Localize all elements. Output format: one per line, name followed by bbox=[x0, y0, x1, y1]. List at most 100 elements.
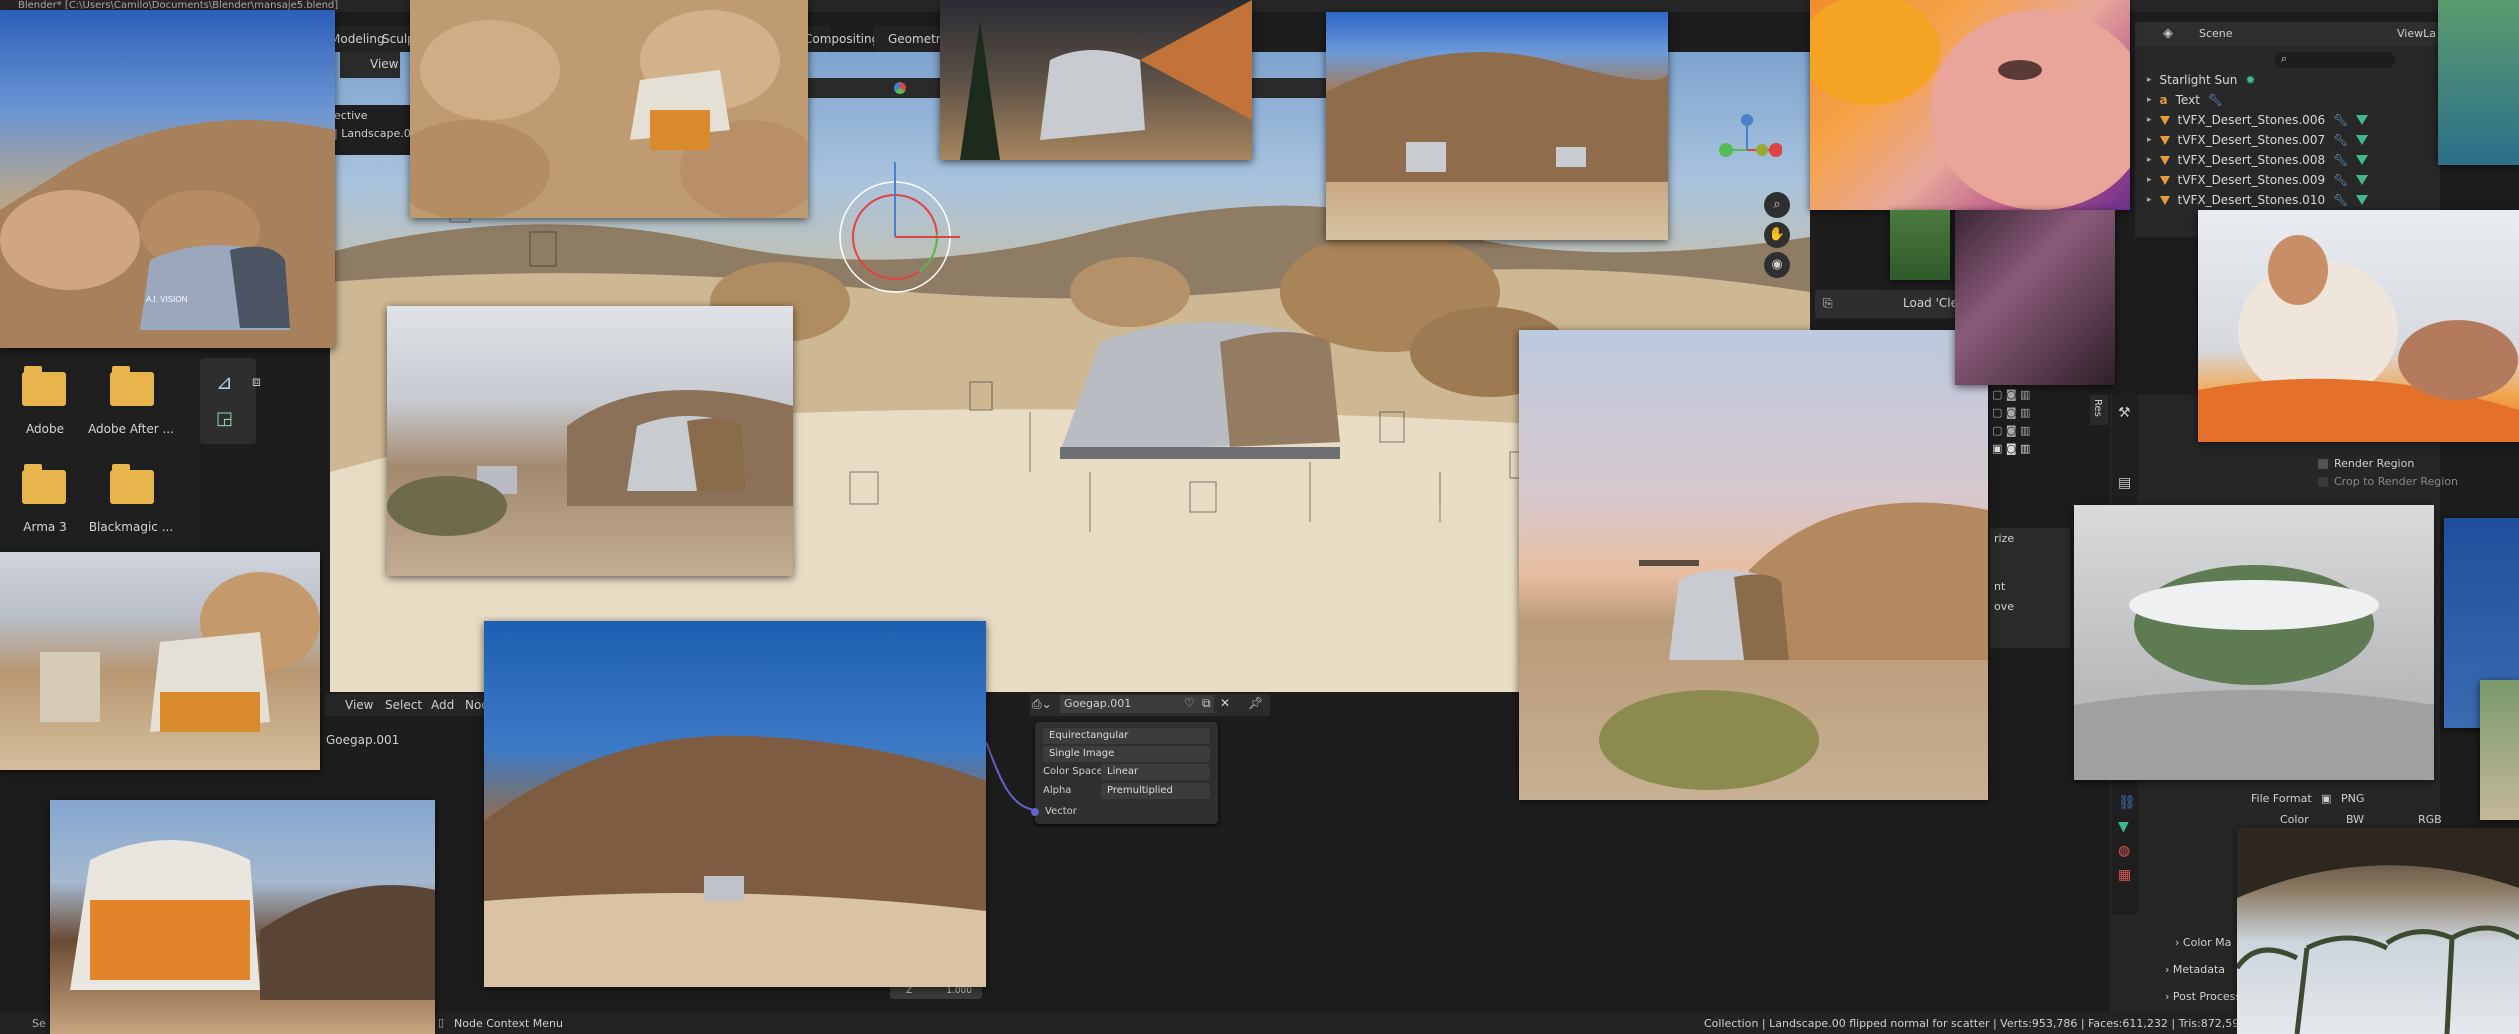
z-field[interactable]: Z 1.000 bbox=[890, 985, 982, 999]
wrench-icon: 🔧︎ bbox=[2333, 113, 2349, 127]
navigation-gizmo[interactable] bbox=[1712, 110, 1783, 180]
render-region-row[interactable]: Render Region bbox=[2318, 456, 2498, 476]
node-menu-add[interactable]: Add bbox=[431, 698, 454, 712]
projection-select[interactable]: Equirectangular bbox=[1043, 728, 1210, 744]
file-format-label: File Format bbox=[2251, 792, 2312, 805]
photo-art bbox=[2237, 828, 2519, 1034]
fake-user-icon[interactable]: ♡ bbox=[1184, 696, 1195, 710]
alpha-select[interactable]: Premultiplied bbox=[1101, 783, 1210, 799]
load-button[interactable]: Load 'Cle bbox=[1903, 296, 1958, 310]
image-icon[interactable]: ⎙⌄ bbox=[1032, 697, 1052, 712]
texture-tab-icon[interactable]: ▦ bbox=[2118, 867, 2131, 883]
post-processing-section[interactable]: › Post Process bbox=[2165, 990, 2241, 1003]
outliner-panel: ◈ Scene ViewLa ⌕ ▸ Starlight Sun ✹ ▸ a T… bbox=[2135, 22, 2440, 237]
render-slots: ▢ ◙ ▥ ▢ ◙ ▥ ▢ ◙ ▥ ▣ ◙ ▥ bbox=[1992, 388, 2052, 468]
res-tab[interactable]: Res bbox=[2090, 395, 2108, 425]
node-breadcrumb: Goegap.001 bbox=[326, 733, 400, 747]
render-region-checkbox[interactable] bbox=[2318, 459, 2328, 469]
folder-label-blackmagic[interactable]: Blackmagic ... bbox=[86, 520, 176, 534]
source-select[interactable]: Single Image bbox=[1043, 746, 1210, 762]
color-management-section[interactable]: › Color Ma bbox=[2175, 936, 2231, 949]
constraint-tab-icon[interactable]: ⛓ bbox=[2118, 795, 2136, 811]
folder-label-arma3[interactable]: Arma 3 bbox=[0, 520, 90, 534]
mesh-icon bbox=[2159, 115, 2170, 125]
node-menu-view[interactable]: View bbox=[345, 698, 373, 712]
outliner-item-stones-006[interactable]: ▸ tVFX_Desert_Stones.006 🔧︎ bbox=[2147, 110, 2369, 130]
pin-icon[interactable]: 📌︎ bbox=[1248, 696, 1263, 710]
viewport-view-menu[interactable]: View bbox=[370, 57, 398, 71]
reference-photo-palm-sky bbox=[2237, 828, 2519, 1034]
photo-art: A.I. VISION bbox=[0, 120, 335, 348]
scene-icon: ◈ bbox=[2163, 26, 2173, 41]
render-slot-icon[interactable]: ▢ ◙ ▥ bbox=[1992, 388, 2030, 401]
photo-art bbox=[1326, 52, 1668, 182]
photo-art bbox=[1810, 0, 2130, 210]
folder-label-adobe-after[interactable]: Adobe After ... bbox=[86, 422, 176, 436]
render-region-label: Render Region bbox=[2334, 457, 2415, 470]
res-tab-label: Res bbox=[2092, 399, 2103, 417]
properties-fragment: ective | Landscape.0 bbox=[330, 105, 420, 155]
image-datablock-bar: ⎙⌄ Goegap.001 ♡ ⧉ ✕ 📌︎ bbox=[1030, 694, 1270, 716]
close-icon[interactable]: ✕ bbox=[1220, 696, 1230, 710]
outliner-item-label: tVFX_Desert_Stones.008 bbox=[2177, 153, 2326, 167]
image-texture-node[interactable]: Equirectangular Single Image Color Space… bbox=[1031, 722, 1218, 824]
wrench-icon: 🔧︎ bbox=[2333, 193, 2349, 207]
annotate-tool-icon[interactable]: ⧈ bbox=[252, 374, 261, 390]
reference-photo-green-small bbox=[1890, 210, 1950, 280]
file-format-value[interactable]: PNG bbox=[2341, 792, 2364, 805]
scene-label[interactable]: Scene bbox=[2199, 27, 2233, 40]
pan-hand-icon[interactable]: ✋ bbox=[1764, 222, 1790, 248]
outliner-item-stones-009[interactable]: ▸ tVFX_Desert_Stones.009 🔧︎ bbox=[2147, 170, 2369, 190]
outliner-item-starlight-sun[interactable]: ▸ Starlight Sun ✹ bbox=[2147, 70, 2255, 90]
render-slot-icon[interactable]: ▢ ◙ ▥ bbox=[1992, 406, 2030, 419]
folder-label-adobe[interactable]: Adobe bbox=[0, 422, 90, 436]
metadata-section[interactable]: › Metadata bbox=[2165, 963, 2225, 976]
color-space-select[interactable]: Linear bbox=[1101, 764, 1210, 780]
file-browser: Adobe Adobe After ... Arma 3 Blackmagic … bbox=[0, 350, 200, 550]
mesh-icon bbox=[2159, 175, 2170, 185]
color-label: Color bbox=[2280, 813, 2309, 826]
reference-photo-pink-light bbox=[1955, 210, 2115, 385]
duplicate-icon[interactable]: ⧉ bbox=[1202, 696, 1211, 711]
mesh-icon bbox=[2159, 195, 2170, 205]
shading-icon[interactable] bbox=[894, 82, 906, 94]
tool-tab-icon[interactable]: ⚒ bbox=[2118, 405, 2131, 421]
tab-geometry[interactable]: Geometry bbox=[888, 32, 948, 46]
add-cube-tool-icon[interactable]: ◲ bbox=[216, 408, 233, 429]
node-menu-select[interactable]: Select bbox=[385, 698, 422, 712]
metadata-label: Metadata bbox=[2172, 963, 2225, 976]
data-tab-icon[interactable]: ▼ bbox=[2118, 819, 2129, 835]
view-layer-label[interactable]: ViewLa bbox=[2397, 27, 2436, 40]
reference-photo-right-edge bbox=[2438, 0, 2519, 165]
crop-region-row[interactable]: Crop to Render Region bbox=[2318, 474, 2518, 494]
fragment-label-2: nt bbox=[1994, 580, 2006, 593]
folder-icon[interactable] bbox=[22, 366, 66, 406]
material-tab-icon[interactable]: ◍ bbox=[2118, 843, 2130, 859]
folder-icon[interactable] bbox=[110, 366, 154, 406]
outliner-item-stones-007[interactable]: ▸ tVFX_Desert_Stones.007 🔧︎ bbox=[2147, 130, 2369, 150]
viewport-header: View bbox=[340, 52, 400, 78]
render-slot-icon[interactable]: ▢ ◙ ▥ bbox=[1992, 424, 2030, 437]
color-bw-option[interactable]: BW bbox=[2346, 813, 2364, 826]
tab-compositing[interactable]: Compositing bbox=[804, 32, 879, 46]
crop-region-checkbox[interactable] bbox=[2318, 477, 2328, 487]
node-link bbox=[985, 741, 1037, 811]
image-icon: ▣ bbox=[2321, 792, 2332, 805]
outliner-search-input[interactable]: ⌕ bbox=[2275, 52, 2395, 68]
output-tab-icon[interactable]: ▤ bbox=[2118, 475, 2131, 491]
outliner-item-text[interactable]: ▸ a Text 🔧︎ bbox=[2147, 90, 2223, 110]
outliner-item-stones-008[interactable]: ▸ tVFX_Desert_Stones.008 🔧︎ bbox=[2147, 150, 2369, 170]
tab-modeling[interactable]: Modeling bbox=[330, 32, 385, 46]
color-rgb-option[interactable]: RGB bbox=[2418, 813, 2442, 826]
outliner-item-stones-010[interactable]: ▸ tVFX_Desert_Stones.010 🔧︎ bbox=[2147, 190, 2369, 210]
folder-icon[interactable] bbox=[110, 464, 154, 504]
camera-icon[interactable]: ◉ bbox=[1764, 252, 1790, 278]
measure-tool-icon[interactable]: ⊿ bbox=[216, 370, 233, 394]
zoom-icon[interactable]: ⌕ bbox=[1764, 192, 1790, 218]
fragment-label-3: ove bbox=[1994, 600, 2015, 613]
photo-art bbox=[1599, 502, 1988, 790]
folder-icon[interactable] bbox=[22, 464, 66, 504]
render-slot-icon[interactable]: ▣ ◙ ▥ bbox=[1992, 442, 2030, 455]
node-editor-header: View Select Add Noc bbox=[325, 694, 488, 716]
reference-photo-portrait-flower bbox=[1810, 0, 2130, 210]
